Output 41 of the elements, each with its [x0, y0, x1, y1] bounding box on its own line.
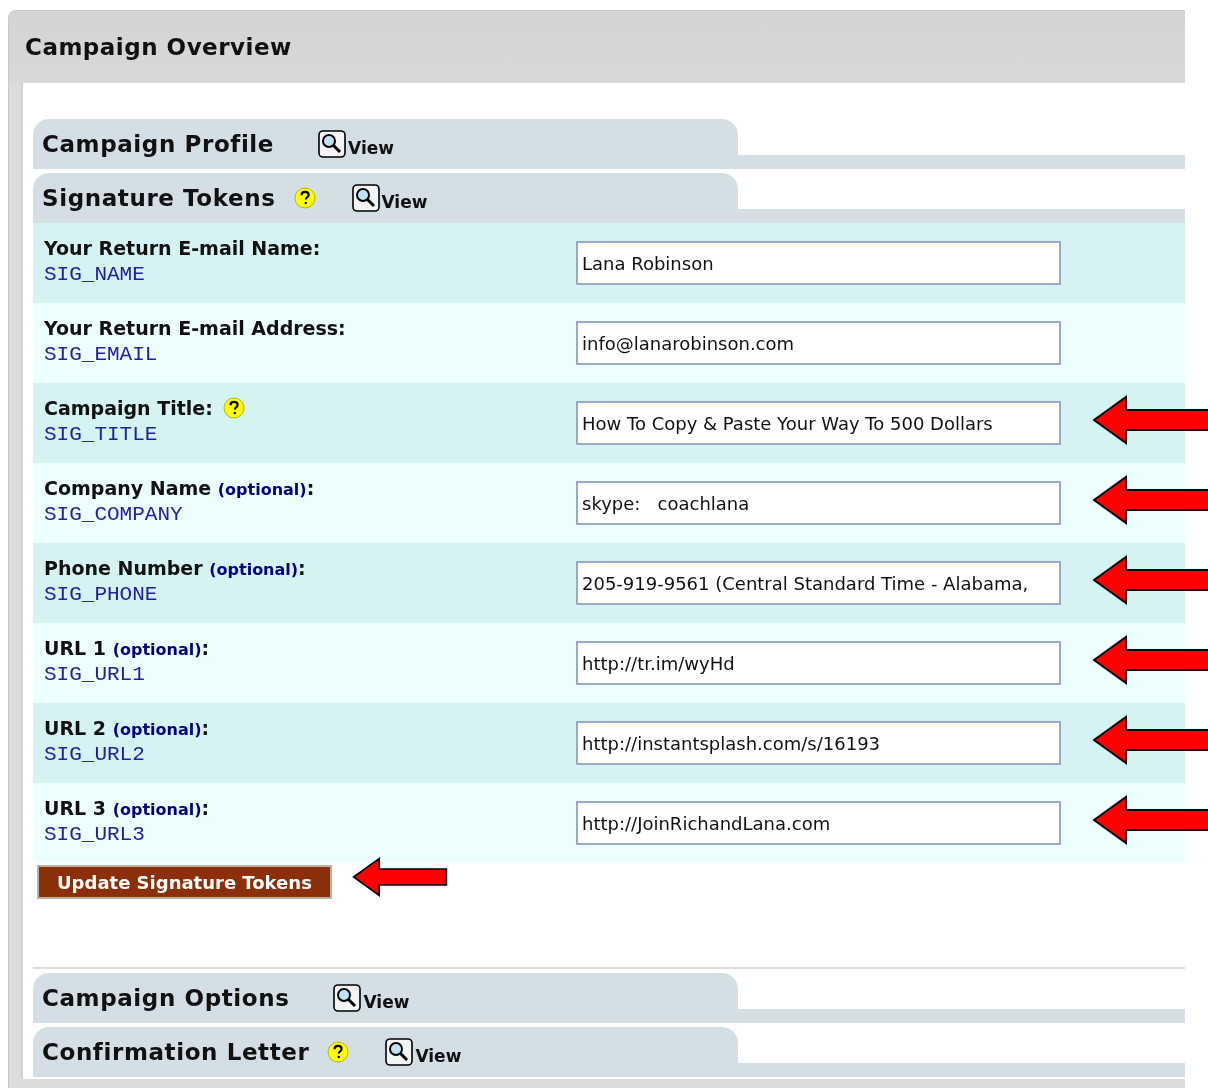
input-field[interactable]: 205-919-9561 (Central Standard Time - Alabama, — [576, 561, 1061, 605]
search-icon — [318, 130, 347, 158]
section-title: Confirmation Letter — [42, 1039, 310, 1065]
view-link[interactable]: View — [351, 184, 428, 212]
page-title: Campaign Overview — [25, 34, 292, 60]
field-label: URL 3 (optional): — [44, 797, 210, 819]
input-field[interactable]: http://instantsplash.com/s/16193 — [576, 721, 1061, 765]
token-name: SIG_EMAIL — [44, 343, 159, 366]
field-label: Company Name (optional): — [44, 477, 315, 499]
token-name: SIG_TITLE — [44, 423, 159, 446]
input-field[interactable]: skype: coachlana — [576, 481, 1061, 525]
input-field[interactable]: http://JoinRichandLana.com — [576, 801, 1061, 845]
token-name: SIG_URL3 — [44, 823, 146, 846]
token-name: SIG_COMPANY — [44, 503, 184, 526]
search-icon — [385, 1038, 414, 1066]
field-label: URL 1 (optional): — [44, 637, 210, 659]
token-name: SIG_PHONE — [44, 583, 159, 606]
input-field[interactable]: http://tr.im/wyHd — [576, 641, 1061, 685]
field-label: Campaign Title: — [44, 397, 213, 419]
help-icon[interactable] — [293, 187, 316, 209]
token-name: SIG_NAME — [44, 263, 146, 286]
view-link[interactable]: View — [318, 130, 394, 158]
field-label: Your Return E-mail Address: — [44, 317, 346, 339]
input-field[interactable]: Lana Robinson — [576, 241, 1061, 285]
search-icon — [333, 984, 362, 1012]
field-label: URL 2 (optional): — [44, 717, 210, 739]
help-icon[interactable] — [327, 1041, 350, 1063]
view-link[interactable]: View — [333, 984, 410, 1012]
field-label: Your Return E-mail Name: — [44, 237, 321, 259]
view-link[interactable]: View — [385, 1038, 462, 1066]
section-title: Campaign Options — [42, 985, 290, 1011]
token-name: SIG_URL1 — [44, 663, 146, 686]
input-field[interactable]: info@lanarobinson.com — [576, 321, 1061, 365]
help-icon[interactable] — [222, 397, 245, 419]
update-button[interactable]: Update Signature Tokens — [37, 865, 332, 899]
field-label: Phone Number (optional): — [44, 557, 306, 579]
section-title: Campaign Profile — [42, 131, 275, 157]
token-name: SIG_URL2 — [44, 743, 146, 766]
search-icon — [351, 184, 380, 212]
section-title: Signature Tokens — [42, 185, 276, 211]
input-field[interactable]: How To Copy & Paste Your Way To 500 Dollars — [576, 401, 1061, 445]
